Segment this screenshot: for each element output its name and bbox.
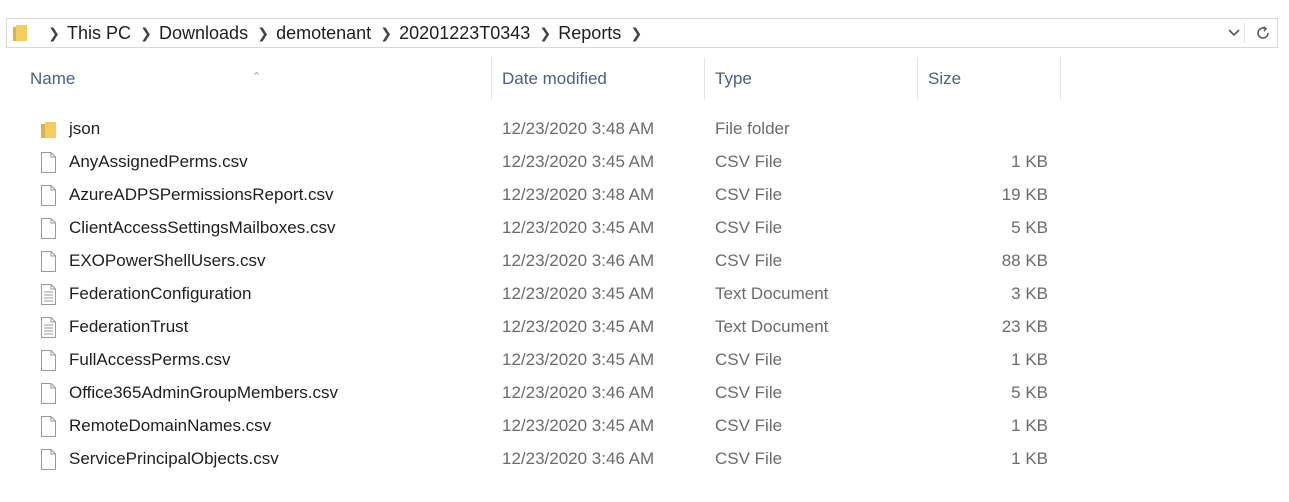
column-header-type-label: Type bbox=[715, 69, 752, 88]
file-date-modified: 12/23/2020 3:48 AM bbox=[502, 185, 655, 204]
file-type: CSV File bbox=[715, 185, 783, 204]
file-name: RemoteDomainNames.csv bbox=[69, 416, 272, 435]
column-header-type[interactable]: Type bbox=[705, 58, 918, 100]
file-type: CSV File bbox=[715, 152, 783, 171]
file-type: CSV File bbox=[715, 416, 783, 435]
breadcrumb-item-demotenant[interactable]: demotenant bbox=[276, 23, 371, 44]
column-header-name[interactable]: Name ⌃ bbox=[20, 58, 492, 100]
chevron-right-icon[interactable]: ❯ bbox=[45, 25, 63, 42]
file-size: 1 KB bbox=[1011, 152, 1048, 171]
chevron-right-icon[interactable]: ❯ bbox=[254, 25, 272, 42]
breadcrumb-item-timestamp-folder[interactable]: 20201223T0343 bbox=[399, 23, 530, 44]
file-date-modified: 12/23/2020 3:45 AM bbox=[502, 284, 655, 303]
chevron-right-icon[interactable]: ❯ bbox=[536, 25, 554, 42]
file-name: Office365AdminGroupMembers.csv bbox=[69, 383, 338, 402]
file-date-modified: 12/23/2020 3:45 AM bbox=[502, 152, 655, 171]
folder-icon bbox=[13, 25, 27, 41]
file-name: FullAccessPerms.csv bbox=[69, 350, 231, 369]
file-row[interactable]: json 12/23/2020 3:48 AM File folder bbox=[20, 112, 1061, 145]
file-name: ClientAccessSettingsMailboxes.csv bbox=[69, 218, 336, 237]
file-type: CSV File bbox=[715, 251, 783, 270]
file-type: Text Document bbox=[715, 317, 829, 336]
folder-icon bbox=[40, 118, 57, 139]
csv-file-icon bbox=[40, 349, 57, 371]
file-type: CSV File bbox=[715, 218, 783, 237]
file-name: ServicePrincipalObjects.csv bbox=[69, 449, 279, 468]
file-size: 1 KB bbox=[1011, 449, 1048, 468]
column-header-name-label: Name bbox=[30, 69, 76, 88]
file-date-modified: 12/23/2020 3:45 AM bbox=[502, 317, 655, 336]
csv-file-icon bbox=[40, 217, 57, 239]
file-row[interactable]: AzureADPSPermissionsReport.csv 12/23/2020… bbox=[20, 178, 1061, 211]
file-row[interactable]: FederationConfiguration 12/23/2020 3:45 A… bbox=[20, 277, 1061, 310]
file-list: json 12/23/2020 3:48 AM File folder AnyAssi… bbox=[20, 112, 1061, 475]
file-size: 3 KB bbox=[1011, 284, 1048, 303]
address-bar[interactable]: ❯ This PC ❯ Downloads ❯ demotenant ❯ 202… bbox=[6, 18, 1278, 48]
file-date-modified: 12/23/2020 3:48 AM bbox=[502, 119, 655, 138]
file-date-modified: 12/23/2020 3:45 AM bbox=[502, 218, 655, 237]
file-row[interactable]: ClientAccessSettingsMailboxes.csv 12/23/2… bbox=[20, 211, 1061, 244]
text-document-icon bbox=[40, 316, 57, 338]
file-row[interactable]: FullAccessPerms.csv 12/23/2020 3:45 AM CSV… bbox=[20, 343, 1061, 376]
csv-file-icon bbox=[40, 184, 57, 206]
breadcrumb-item-downloads[interactable]: Downloads bbox=[159, 23, 248, 44]
chevron-right-icon[interactable]: ❯ bbox=[627, 25, 645, 42]
file-row[interactable]: Office365AdminGroupMembers.csv 12/23/2020… bbox=[20, 376, 1061, 409]
file-date-modified: 12/23/2020 3:45 AM bbox=[502, 350, 655, 369]
file-name: FederationConfiguration bbox=[69, 284, 252, 303]
file-row[interactable]: EXOPowerShellUsers.csv 12/23/2020 3:46 AM… bbox=[20, 244, 1061, 277]
file-size: 5 KB bbox=[1011, 218, 1048, 237]
file-date-modified: 12/23/2020 3:46 AM bbox=[502, 383, 655, 402]
file-type: CSV File bbox=[715, 449, 783, 468]
file-size bbox=[920, 112, 1048, 145]
csv-file-icon bbox=[40, 415, 57, 437]
file-name: EXOPowerShellUsers.csv bbox=[69, 251, 266, 270]
file-date-modified: 12/23/2020 3:46 AM bbox=[502, 251, 655, 270]
file-name: AnyAssignedPerms.csv bbox=[69, 152, 248, 171]
column-header-row: Name ⌃ Date modified Type Size bbox=[20, 58, 1061, 100]
file-date-modified: 12/23/2020 3:45 AM bbox=[502, 416, 655, 435]
file-row[interactable]: RemoteDomainNames.csv 12/23/2020 3:45 AM C… bbox=[20, 409, 1061, 442]
csv-file-icon bbox=[40, 250, 57, 272]
file-type: File folder bbox=[715, 119, 790, 138]
file-size: 23 KB bbox=[1001, 317, 1048, 336]
sort-ascending-icon: ⌃ bbox=[252, 71, 262, 83]
file-type: CSV File bbox=[715, 350, 783, 369]
file-row[interactable]: ServicePrincipalObjects.csv 12/23/2020 3:… bbox=[20, 442, 1061, 475]
file-name: AzureADPSPermissionsReport.csv bbox=[69, 185, 334, 204]
csv-file-icon bbox=[40, 151, 57, 173]
column-header-size[interactable]: Size bbox=[918, 58, 1061, 100]
breadcrumb-item-this-pc[interactable]: This PC bbox=[67, 23, 131, 44]
file-size: 88 KB bbox=[1001, 251, 1048, 270]
file-size: 5 KB bbox=[1011, 383, 1048, 402]
file-name: json bbox=[69, 119, 101, 138]
breadcrumb: ❯ This PC ❯ Downloads ❯ demotenant ❯ 202… bbox=[45, 19, 645, 47]
file-name: FederationTrust bbox=[69, 317, 189, 336]
file-size: 1 KB bbox=[1011, 416, 1048, 435]
column-header-date-label: Date modified bbox=[502, 69, 607, 88]
chevron-down-icon[interactable] bbox=[1227, 28, 1241, 38]
column-header-date[interactable]: Date modified bbox=[492, 58, 705, 100]
file-date-modified: 12/23/2020 3:46 AM bbox=[502, 449, 655, 468]
file-row[interactable]: FederationTrust 12/23/2020 3:45 AM Text Do… bbox=[20, 310, 1061, 343]
file-type: Text Document bbox=[715, 284, 829, 303]
chevron-right-icon[interactable]: ❯ bbox=[137, 25, 155, 42]
file-row[interactable]: AnyAssignedPerms.csv 12/23/2020 3:45 AM CS… bbox=[20, 145, 1061, 178]
text-document-icon bbox=[40, 283, 57, 305]
csv-file-icon bbox=[40, 382, 57, 404]
csv-file-icon bbox=[40, 448, 57, 470]
chevron-right-icon[interactable]: ❯ bbox=[377, 25, 395, 42]
breadcrumb-item-reports[interactable]: Reports bbox=[558, 23, 621, 44]
file-size: 1 KB bbox=[1011, 350, 1048, 369]
file-type: CSV File bbox=[715, 383, 783, 402]
refresh-icon[interactable] bbox=[1255, 25, 1271, 41]
file-size: 19 KB bbox=[1001, 185, 1048, 204]
column-header-size-label: Size bbox=[928, 69, 962, 88]
